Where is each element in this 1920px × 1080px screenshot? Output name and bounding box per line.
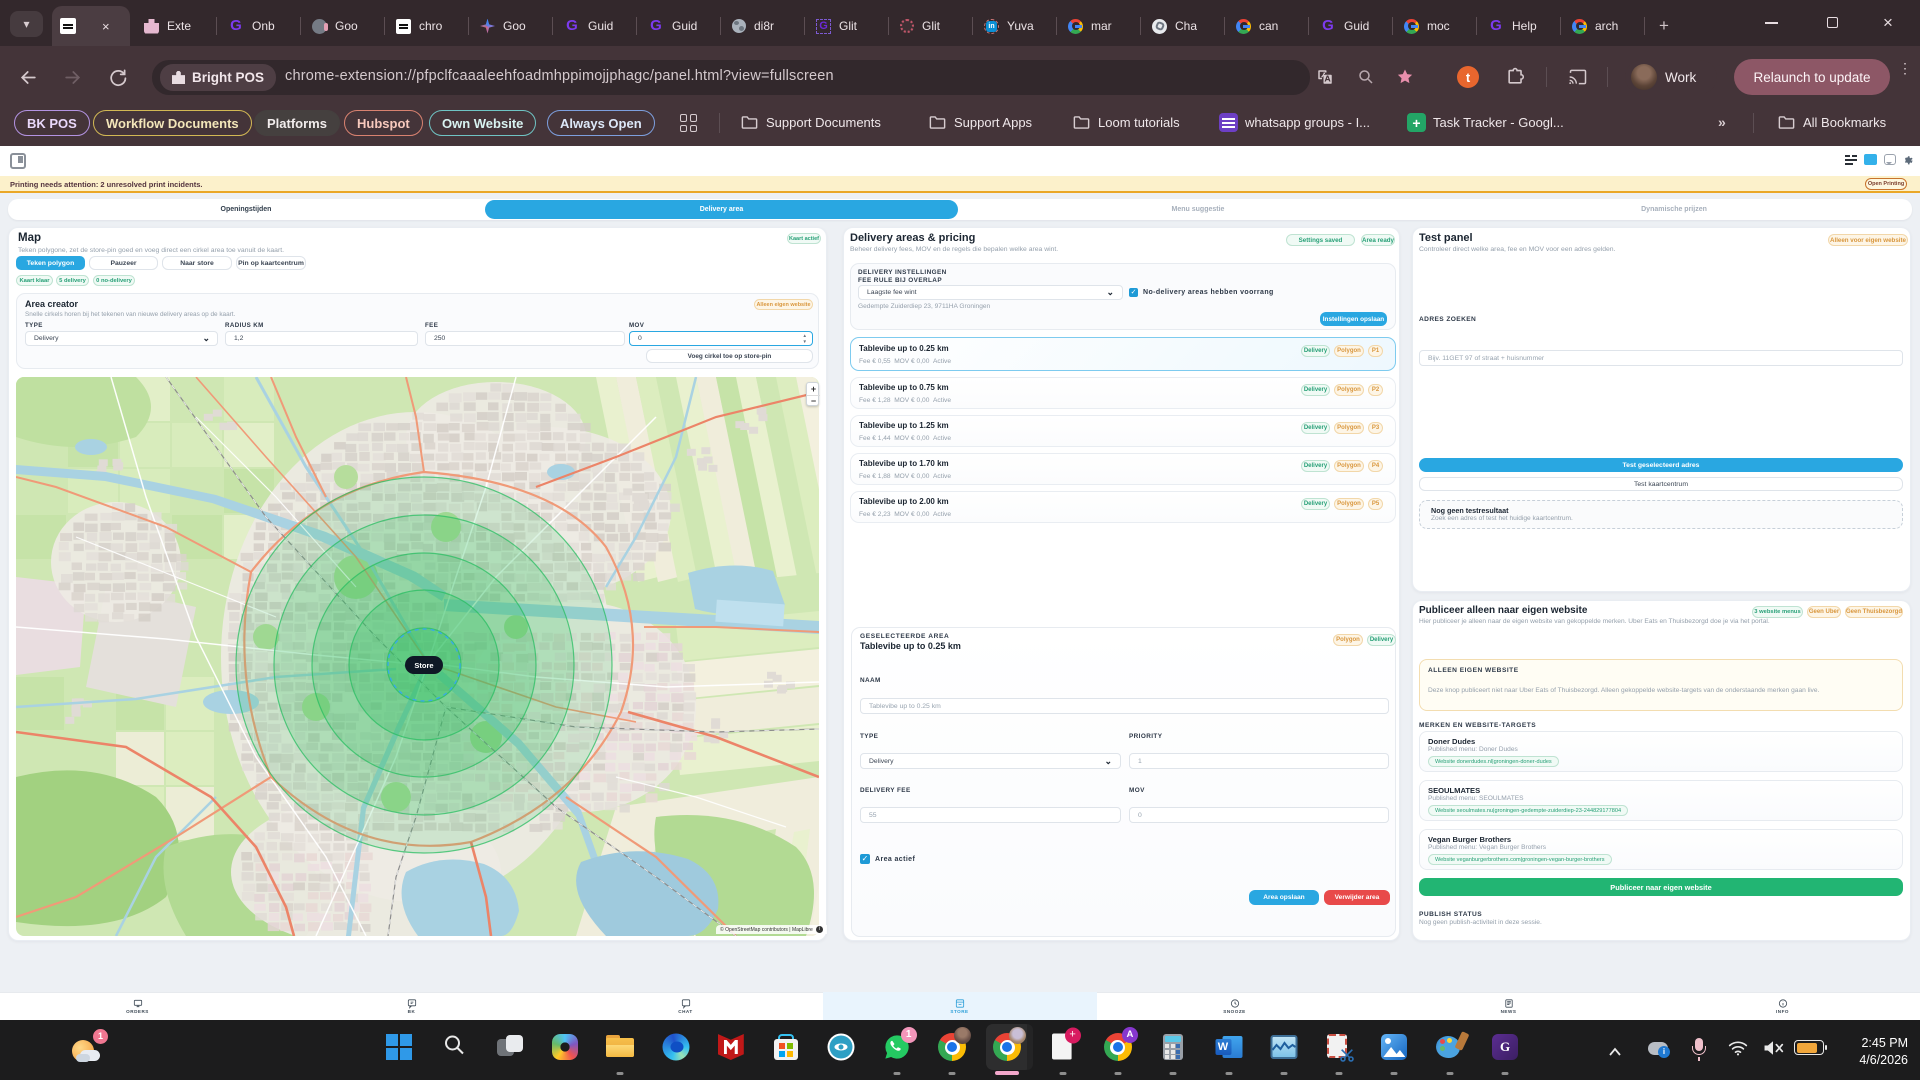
svg-text:Store: Store (414, 661, 433, 670)
